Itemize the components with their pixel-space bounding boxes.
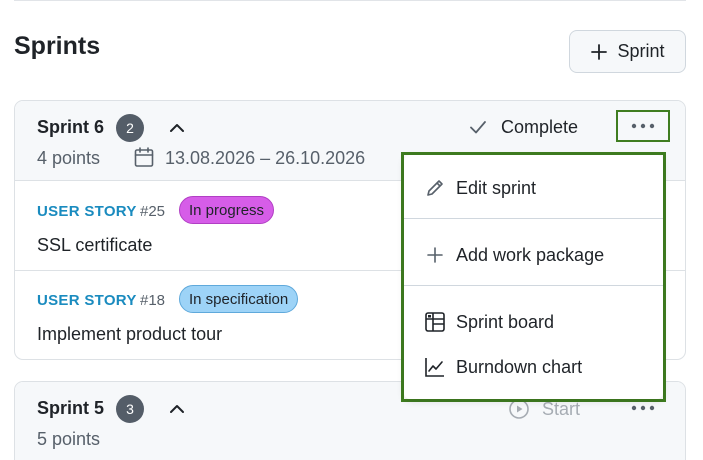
add-sprint-label: Sprint	[617, 41, 665, 61]
wp-type[interactable]: USER STORY	[37, 292, 137, 309]
chart-icon	[425, 358, 444, 377]
calendar-icon	[134, 147, 154, 167]
collapse-toggle[interactable]	[166, 117, 188, 139]
chevron-up-icon	[170, 124, 184, 132]
menu-item-sprint-board[interactable]: Sprint board	[404, 301, 663, 343]
more-icon	[631, 123, 655, 129]
menu-divider	[404, 218, 663, 219]
menu-item-burndown-chart[interactable]: Burndown chart	[404, 346, 663, 388]
page-title: Sprints	[14, 32, 101, 60]
wp-type[interactable]: USER STORY	[37, 203, 137, 220]
count-badge: 2	[116, 114, 144, 142]
check-icon	[470, 121, 486, 134]
pencil-icon	[427, 180, 443, 196]
wp-subject[interactable]: Implement product tour	[37, 324, 222, 345]
sprint-dates: 13.08.2026 – 26.10.2026	[165, 148, 366, 168]
wp-id[interactable]: #18	[140, 292, 165, 309]
board-icon	[425, 312, 445, 332]
sprint-points: 5 points	[37, 429, 101, 449]
status-badge[interactable]: In specification	[179, 285, 299, 313]
sprint-name: Sprint 5	[37, 398, 105, 418]
add-sprint-button[interactable]: Sprint	[569, 30, 686, 73]
collapse-toggle[interactable]	[166, 398, 188, 420]
menu-divider	[404, 285, 663, 286]
count-badge: 3	[116, 395, 144, 423]
complete-label: Complete	[501, 116, 579, 137]
plus-icon	[591, 43, 608, 60]
wp-id[interactable]: #25	[140, 203, 165, 220]
dropdown-panel: Edit sprint Add work package Sprint boar…	[404, 155, 663, 399]
plus-icon	[427, 247, 443, 263]
menu-item-add-work-package[interactable]: Add work package	[404, 234, 663, 276]
more-icon	[631, 405, 655, 411]
top-divider	[14, 0, 686, 1]
sprint-name: Sprint 6	[37, 117, 105, 137]
wp-subject[interactable]: SSL certificate	[37, 235, 152, 256]
chevron-up-icon	[170, 405, 184, 413]
status-badge[interactable]: In progress	[179, 196, 275, 224]
sprint-points: 4 points	[37, 148, 101, 168]
menu-item-label: Add work package	[456, 244, 605, 265]
menu-item-label: Burndown chart	[456, 356, 583, 377]
sprint-menu-button[interactable]	[616, 110, 670, 142]
complete-sprint-button[interactable]: Complete	[467, 116, 578, 138]
menu-item-label: Edit sprint	[456, 177, 537, 198]
menu-item-label: Sprint board	[456, 311, 555, 332]
sprint-dropdown-menu: Edit sprint Add work package Sprint boar…	[401, 152, 666, 402]
menu-item-edit-sprint[interactable]: Edit sprint	[404, 167, 663, 209]
